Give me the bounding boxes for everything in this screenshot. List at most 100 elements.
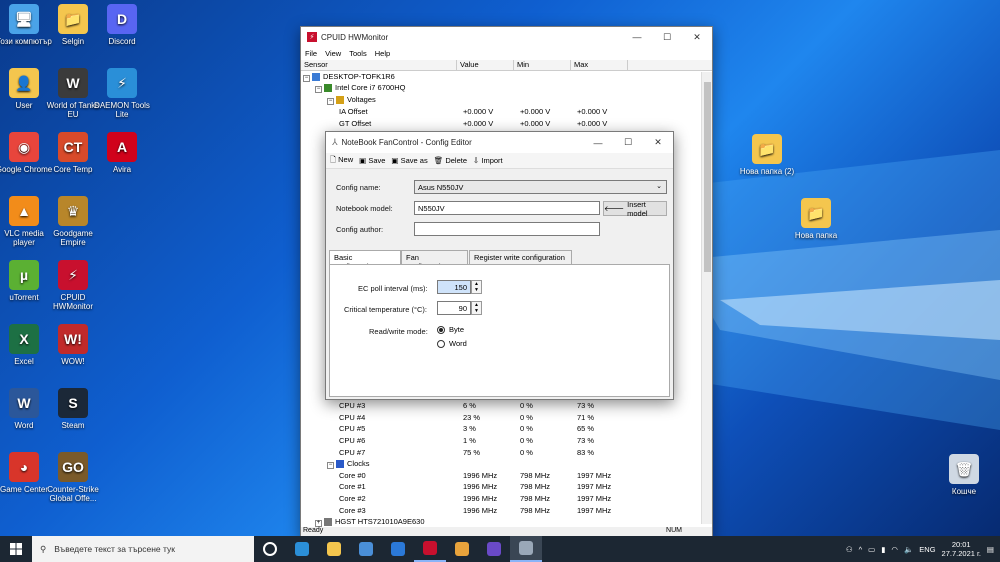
desktop-icon[interactable]: 🗑 Кошче: [934, 454, 994, 496]
desktop-icon-label: Goodgame Empire: [53, 229, 93, 247]
taskbar-search[interactable]: ⚲ Въведете текст за търсене тук: [32, 536, 254, 562]
config-name-select[interactable]: Asus N550JV ⌄: [414, 180, 667, 194]
desktop-icon[interactable]: ⚡ CPUID HWMonitor: [43, 260, 103, 311]
maximize-icon[interactable]: ☐: [613, 133, 643, 153]
sensor-row[interactable]: Core #2 1996 MHz 798 MHz 1997 MHz: [303, 493, 632, 505]
battery-icon[interactable]: ▮: [881, 545, 885, 554]
volume-icon[interactable]: 🔈: [904, 545, 913, 554]
critical-temp-input[interactable]: 90: [437, 301, 471, 315]
taskbar-app-store[interactable]: [350, 536, 382, 562]
taskbar-app-app[interactable]: [478, 536, 510, 562]
column-sensor[interactable]: Sensor: [301, 60, 457, 70]
maximize-icon[interactable]: ☐: [652, 27, 682, 47]
expand-icon[interactable]: +: [315, 519, 322, 527]
start-button[interactable]: [0, 536, 32, 562]
desktop-icon[interactable]: A Avira: [92, 132, 152, 174]
scrollbar-thumb[interactable]: [704, 82, 711, 272]
column-min[interactable]: Min: [514, 60, 571, 70]
sensor-row[interactable]: IA Offset +0.000 V +0.000 V +0.000 V: [303, 106, 712, 118]
sensor-row[interactable]: − Intel Core i7 6700HQ: [303, 83, 712, 95]
config-author-input[interactable]: [414, 222, 600, 236]
sensor-row[interactable]: − DESKTOP-TOFK1R6: [303, 71, 712, 83]
sensor-row[interactable]: − Voltages: [303, 94, 712, 106]
delete-button[interactable]: 🗑 Delete: [434, 156, 467, 165]
taskbar-app-hwmonitor[interactable]: [414, 536, 446, 562]
sensor-name: IA Offset: [339, 107, 368, 117]
column-max[interactable]: Max: [571, 60, 628, 70]
taskbar-app-mail[interactable]: [382, 536, 414, 562]
menu-item-tools[interactable]: Tools: [349, 49, 367, 58]
sensor-row[interactable]: GT Offset +0.000 V +0.000 V +0.000 V: [303, 117, 712, 129]
sensor-row[interactable]: Core #3 1996 MHz 798 MHz 1997 MHz: [303, 504, 632, 516]
language-indicator[interactable]: ENG: [919, 545, 935, 554]
taskbar-app-chrome[interactable]: [446, 536, 478, 562]
sensor-row[interactable]: CPU #7 75 % 0 % 83 %: [303, 446, 632, 458]
sensor-row[interactable]: − Clocks: [303, 458, 632, 470]
taskbar-app-task-view[interactable]: [254, 536, 286, 562]
sensor-row[interactable]: CPU #4 23 % 0 % 71 %: [303, 412, 632, 424]
import-button[interactable]: ⇩ Import: [473, 156, 503, 165]
mail-icon: [391, 542, 405, 556]
sensor-row[interactable]: + HGST HTS721010A9E630: [303, 516, 632, 528]
new-button[interactable]: 🗋 New: [330, 154, 353, 167]
desktop-icon[interactable]: S Steam: [43, 388, 103, 430]
desktop-icon[interactable]: D Discord: [92, 4, 152, 46]
close-icon[interactable]: ✕: [682, 27, 712, 47]
desktop-icon[interactable]: ⚡ DAEMON Tools Lite: [92, 68, 152, 119]
collapse-icon[interactable]: −: [327, 97, 334, 105]
rw-mode-byte-radio[interactable]: Byte: [437, 325, 464, 334]
tab-basic-configuration[interactable]: Basic configuration: [329, 250, 401, 271]
config-editor-titlebar[interactable]: ⅄ NoteBook FanControl - Config Editor — …: [326, 132, 673, 153]
sensor-row[interactable]: Core #0 1996 MHz 798 MHz 1997 MHz: [303, 470, 632, 482]
sensor-name: GT Offset: [339, 118, 372, 128]
menu-item-view[interactable]: View: [325, 49, 341, 58]
taskbar-app-edge[interactable]: [286, 536, 318, 562]
minimize-icon[interactable]: —: [622, 27, 652, 47]
clock[interactable]: 20:01 27.7.2021 г.: [942, 540, 981, 558]
sensor-min: 798 MHz: [520, 494, 551, 504]
vertical-scrollbar[interactable]: [701, 72, 712, 524]
minimize-icon[interactable]: —: [583, 133, 613, 153]
app-icon: W: [9, 388, 39, 418]
menu-item-file[interactable]: File: [305, 49, 317, 58]
person-icon[interactable]: ⚇: [846, 545, 853, 554]
collapse-icon[interactable]: −: [327, 461, 334, 469]
save-as-button[interactable]: ▣ Save as: [391, 156, 427, 165]
sensor-row[interactable]: CPU #5 3 % 0 % 65 %: [303, 423, 632, 435]
folder-icon: 📁: [752, 134, 782, 164]
taskbar-app-fancontrol[interactable]: [510, 536, 542, 562]
desktop-icon-label: Avira: [112, 165, 132, 174]
taskbar-app-file-explorer[interactable]: [318, 536, 350, 562]
wifi-icon[interactable]: ◠: [891, 545, 898, 554]
notifications-icon[interactable]: ▤: [987, 545, 994, 554]
chevron-up-icon[interactable]: ^: [859, 545, 863, 554]
collapse-icon[interactable]: −: [315, 86, 322, 94]
menu-item-help[interactable]: Help: [375, 49, 390, 58]
sensor-min: 798 MHz: [520, 505, 551, 515]
desktop-icon[interactable]: W! WOW!: [43, 324, 103, 366]
desktop-icon[interactable]: GO Counter-Strike Global Offe...: [43, 452, 103, 503]
sensor-row[interactable]: Core #1 1996 MHz 798 MHz 1997 MHz: [303, 481, 632, 493]
ec-poll-spinner[interactable]: ▲ ▼: [471, 280, 482, 294]
insert-model-button[interactable]: 🡐 Insert model: [603, 200, 667, 218]
app-icon: µ: [9, 260, 39, 290]
tab-fan-configuration[interactable]: Fan configuration: [401, 250, 468, 271]
desktop-icon[interactable]: ♛ Goodgame Empire: [43, 196, 103, 247]
sensor-value: 1996 MHz: [463, 494, 498, 504]
desktop-icon[interactable]: 📁 Нова папка (2): [737, 134, 797, 176]
critical-temp-spinner[interactable]: ▲ ▼: [471, 301, 482, 315]
rw-mode-word-radio[interactable]: Word: [437, 339, 467, 348]
notebook-model-input[interactable]: N550JV: [414, 201, 600, 215]
tab-register-write-configuration[interactable]: Register write configuration: [469, 250, 572, 264]
network-icon[interactable]: ▭: [868, 545, 875, 554]
column-value[interactable]: Value: [457, 60, 514, 70]
hwmonitor-titlebar[interactable]: ⚡ CPUID HWMonitor — ☐ ✕: [301, 27, 712, 47]
sensor-value: 6 %: [463, 401, 476, 411]
save-button[interactable]: ▣ Save: [359, 156, 385, 165]
sensor-row[interactable]: CPU #3 6 % 0 % 73 %: [303, 400, 632, 412]
close-icon[interactable]: ✕: [643, 133, 673, 153]
collapse-icon[interactable]: −: [303, 74, 310, 82]
sensor-row[interactable]: CPU #6 1 % 0 % 73 %: [303, 435, 632, 447]
desktop-icon[interactable]: 📁 Нова папка: [786, 198, 846, 240]
ec-poll-input[interactable]: 150: [437, 280, 471, 294]
